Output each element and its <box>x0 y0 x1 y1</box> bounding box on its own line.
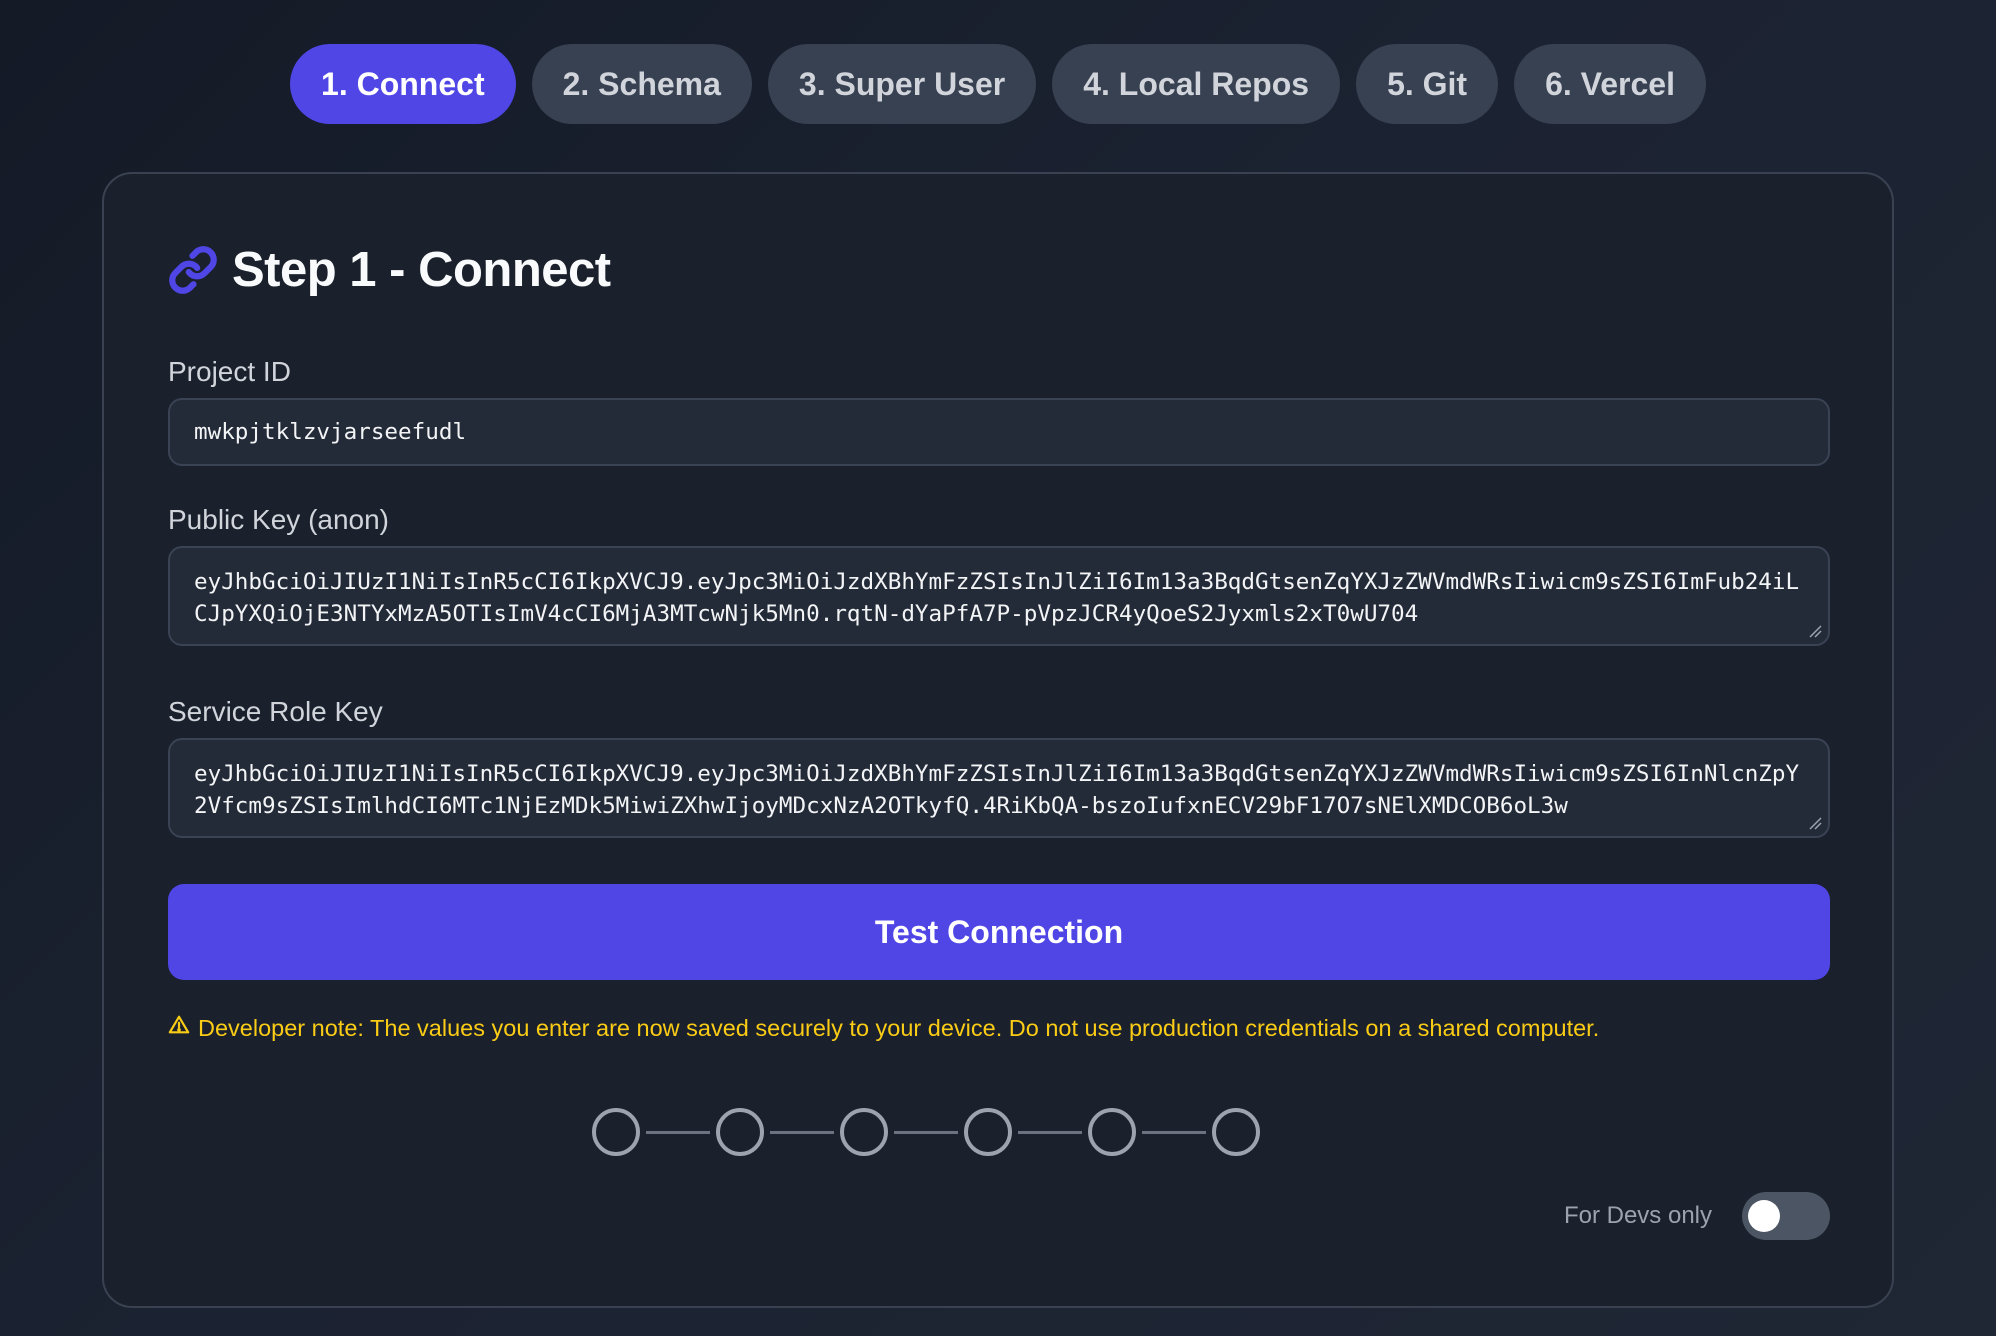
resize-grip-icon[interactable] <box>1808 624 1822 638</box>
step-indicator-3 <box>840 1108 888 1156</box>
step-indicator-6 <box>1212 1108 1260 1156</box>
developer-note-text: Developer note: The values you enter are… <box>198 1014 1600 1041</box>
step-indicator-2 <box>716 1108 764 1156</box>
public-key-value: eyJhbGciOiJIUzI1NiIsInR5cCI6IkpXVCJ9.eyJ… <box>194 569 1800 627</box>
step-indicator-5 <box>1088 1108 1136 1156</box>
service-role-key-textarea[interactable]: eyJhbGciOiJIUzI1NiIsInR5cCI6IkpXVCJ9.eyJ… <box>168 738 1830 838</box>
tab-vercel[interactable]: 6. Vercel <box>1514 44 1706 124</box>
tab-schema[interactable]: 2. Schema <box>531 44 752 124</box>
public-key-textarea[interactable]: eyJhbGciOiJIUzI1NiIsInR5cCI6IkpXVCJ9.eyJ… <box>168 546 1830 646</box>
developer-note: Developer note: The values you enter are… <box>168 1014 1599 1042</box>
tab-connect[interactable]: 1. Connect <box>290 44 516 124</box>
step-connector <box>646 1130 710 1134</box>
tab-super-user[interactable]: 3. Super User <box>767 44 1037 124</box>
step-indicator-1 <box>592 1108 640 1156</box>
tab-git[interactable]: 5. Git <box>1356 44 1499 124</box>
public-key-label: Public Key (anon) <box>168 504 390 535</box>
warning-icon <box>168 1014 190 1042</box>
step-connector <box>1018 1130 1082 1134</box>
step-connector <box>1142 1130 1206 1134</box>
dev-toggle-row: For Devs only <box>1564 1192 1830 1240</box>
service-role-key-label: Service Role Key <box>168 696 383 727</box>
toggle-knob <box>1748 1200 1780 1232</box>
dev-toggle-label: For Devs only <box>1563 1202 1712 1229</box>
dev-mode-toggle[interactable] <box>1742 1192 1830 1240</box>
test-connection-button[interactable]: Test Connection <box>168 884 1830 980</box>
tab-local-repos[interactable]: 4. Local Repos <box>1052 44 1341 124</box>
step-tabs: 1. Connect 2. Schema 3. Super User 4. Lo… <box>0 44 1996 124</box>
resize-grip-icon[interactable] <box>1808 816 1822 830</box>
link-icon <box>168 245 218 295</box>
step-connector <box>770 1130 834 1134</box>
project-id-input[interactable]: mwkpjtklzvjarseefudl <box>168 398 1830 466</box>
progress-stepper <box>592 1108 1260 1156</box>
step-indicator-4 <box>964 1108 1012 1156</box>
step-connector <box>894 1130 958 1134</box>
connect-card: Step 1 - Connect Project ID mwkpjtklzvja… <box>102 172 1894 1308</box>
service-role-key-value: eyJhbGciOiJIUzI1NiIsInR5cCI6IkpXVCJ9.eyJ… <box>194 761 1800 819</box>
page-title: Step 1 - Connect <box>232 243 611 297</box>
project-id-label: Project ID <box>168 356 291 387</box>
card-heading: Step 1 - Connect <box>168 242 611 298</box>
